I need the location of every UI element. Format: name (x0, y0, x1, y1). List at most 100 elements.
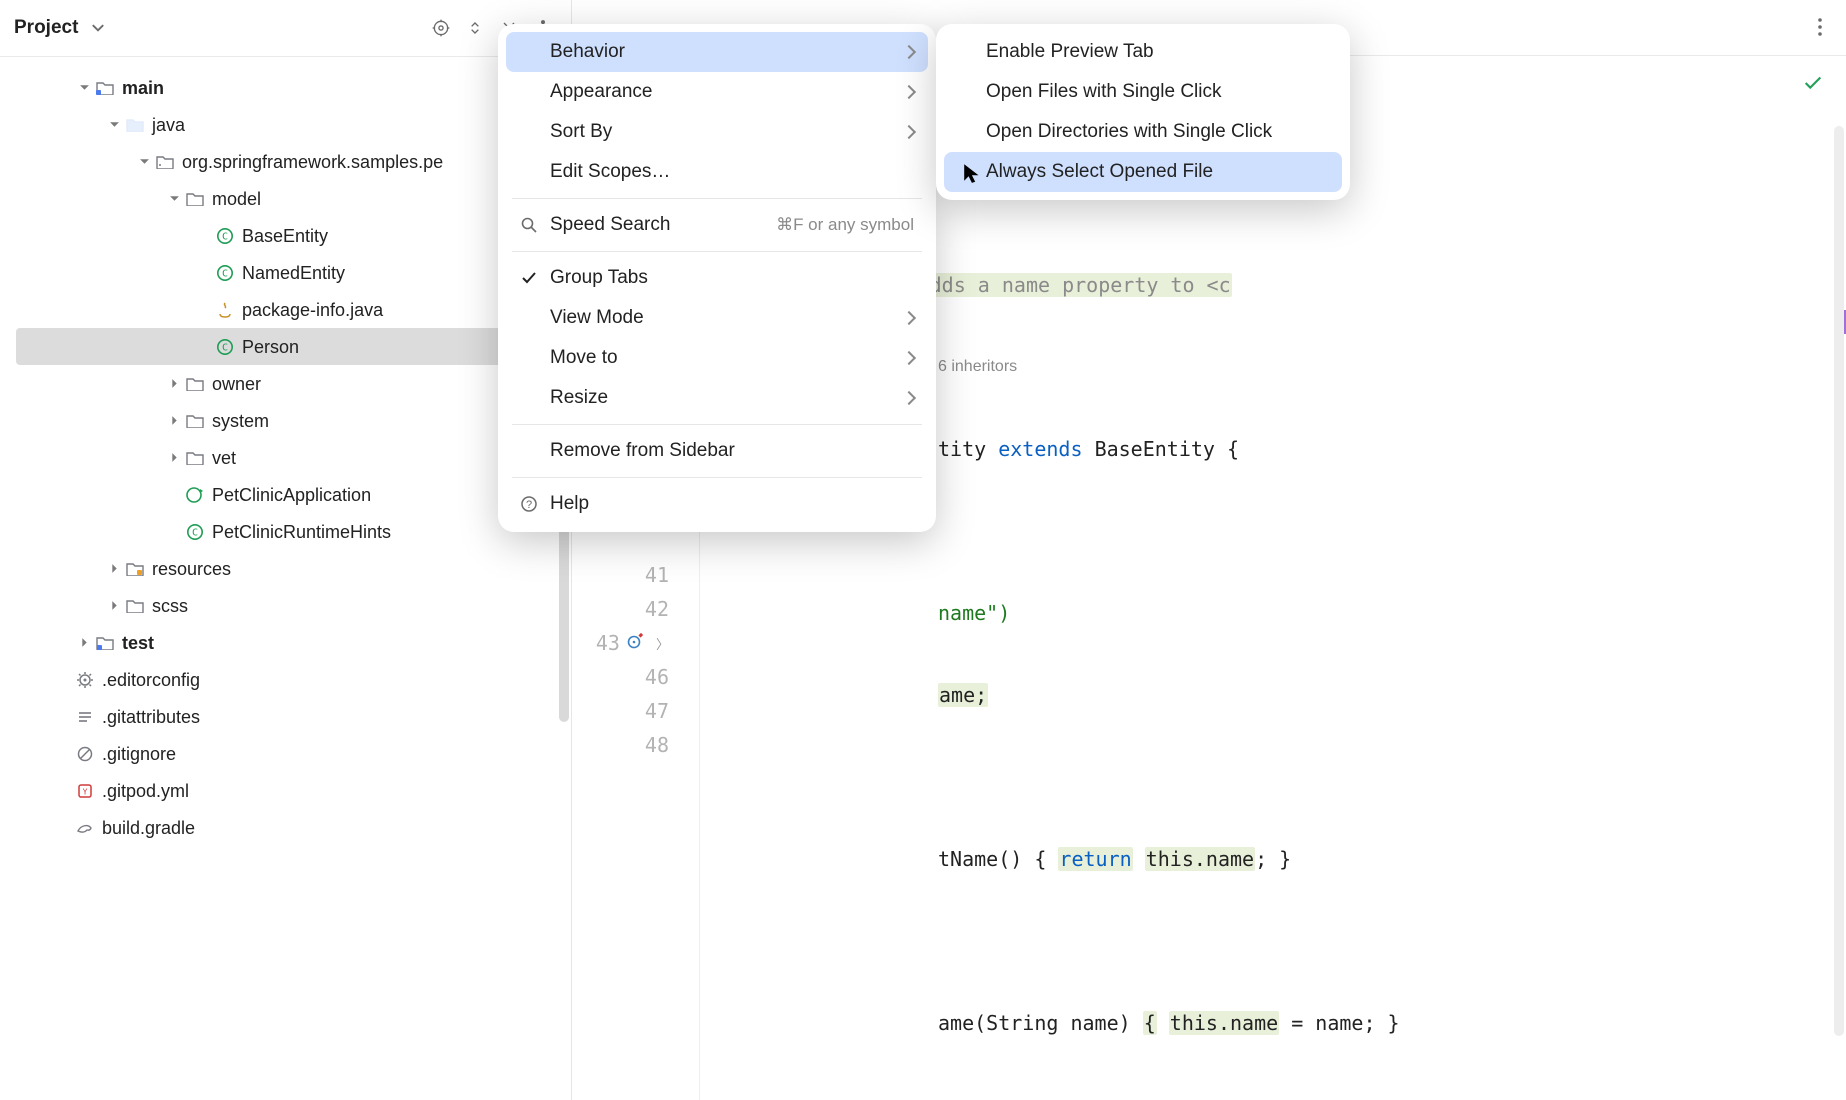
tree-node-scss[interactable]: scss (0, 587, 571, 624)
package-icon (184, 450, 206, 465)
class-icon: C (214, 264, 236, 282)
menu-item-edit-scopes[interactable]: Edit Scopes… (506, 152, 928, 192)
submenu-item-open-directories-single-click[interactable]: Open Directories with Single Click (944, 112, 1342, 152)
code-text: this.name; } (1145, 847, 1292, 871)
code-text: tName() { (938, 847, 1046, 871)
menu-item-label: Edit Scopes… (550, 161, 670, 183)
chevron-down-icon[interactable] (104, 119, 124, 130)
tree-label: PetClinicApplication (212, 486, 371, 504)
module-folder-icon (94, 635, 116, 650)
tree-node-baseentity[interactable]: C BaseEntity (0, 217, 571, 254)
tree-node-namedentity[interactable]: C NamedEntity (0, 254, 571, 291)
svg-text:Y: Y (83, 787, 88, 796)
chevron-down-icon[interactable] (84, 14, 112, 42)
project-tool-window: Project main (0, 0, 572, 1100)
tree-node-package-info[interactable]: package-info.java (0, 291, 571, 328)
tree-label: system (212, 412, 269, 430)
tree-node-editorconfig[interactable]: .editorconfig (0, 661, 571, 698)
submenu-item-always-select-opened-file[interactable]: Always Select Opened File (944, 152, 1342, 192)
tree-label: package-info.java (242, 301, 383, 319)
code-text: ame(String name) (938, 1011, 1131, 1035)
tree-label: .gitignore (102, 745, 176, 763)
menu-separator (512, 251, 922, 252)
search-icon (518, 216, 540, 234)
chevron-right-icon[interactable] (104, 600, 124, 611)
menu-item-label: Open Files with Single Click (986, 81, 1221, 103)
menu-item-appearance[interactable]: Appearance (506, 72, 928, 112)
submenu-item-enable-preview-tab[interactable]: Enable Preview Tab (944, 32, 1342, 72)
expand-collapse-icon[interactable] (461, 14, 489, 42)
tree-node-main[interactable]: main (0, 69, 571, 106)
inheritors-hint[interactable]: 6 inheritors (938, 358, 1017, 376)
chevron-down-icon[interactable] (134, 156, 154, 167)
chevron-right-icon[interactable] (164, 452, 184, 463)
tree-node-hints[interactable]: C PetClinicRuntimeHints (0, 513, 571, 550)
chevron-right-icon[interactable] (164, 415, 184, 426)
submenu-item-open-files-single-click[interactable]: Open Files with Single Click (944, 72, 1342, 112)
override-gutter-icon[interactable] (626, 631, 644, 655)
chevron-down-icon[interactable] (164, 193, 184, 204)
chevron-right-icon[interactable] (164, 378, 184, 389)
tree-label: scss (152, 597, 188, 615)
tree-label: PetClinicRuntimeHints (212, 523, 391, 541)
svg-text:C: C (222, 342, 228, 353)
menu-item-shortcut: ⌘F or any symbol (776, 215, 914, 235)
tree-node-package[interactable]: org.springframework.samples.pe (0, 143, 571, 180)
select-opened-file-icon[interactable] (427, 14, 455, 42)
editor-options-icon[interactable] (1810, 16, 1830, 43)
tree-label: .gitattributes (102, 708, 200, 726)
tree-node-gradle[interactable]: build.gradle (0, 809, 571, 846)
menu-item-help[interactable]: ? Help (506, 484, 928, 524)
resources-folder-icon (124, 561, 146, 576)
line-number: 48 (645, 733, 669, 757)
menu-item-move-to[interactable]: Move to (506, 338, 928, 378)
menu-item-sort-by[interactable]: Sort By (506, 112, 928, 152)
tree-node-owner[interactable]: owner (0, 365, 571, 402)
svg-text:C: C (222, 231, 228, 242)
menu-item-remove-from-sidebar[interactable]: Remove from Sidebar (506, 431, 928, 471)
tree-node-system[interactable]: system (0, 402, 571, 439)
chevron-right-icon[interactable] (74, 637, 94, 648)
line-number: 47 (645, 699, 669, 723)
menu-item-speed-search[interactable]: Speed Search ⌘F or any symbol (506, 205, 928, 245)
line-number: 43 (596, 631, 620, 655)
menu-separator (512, 198, 922, 199)
gradle-file-icon (74, 819, 96, 837)
menu-item-group-tabs[interactable]: Group Tabs (506, 258, 928, 298)
menu-separator (512, 424, 922, 425)
chevron-down-icon[interactable] (74, 82, 94, 93)
tree-node-gitpod[interactable]: Y .gitpod.yml (0, 772, 571, 809)
tree-label: java (152, 116, 185, 134)
code-text: ame; (938, 683, 988, 707)
tree-node-gitignore[interactable]: .gitignore (0, 735, 571, 772)
tree-node-resources[interactable]: resources (0, 550, 571, 587)
tree-label: Person (242, 338, 299, 356)
tree-label: vet (212, 449, 236, 467)
tree-node-vet[interactable]: vet (0, 439, 571, 476)
project-tree[interactable]: main java org.springframework.samples.pe (0, 57, 571, 846)
tree-label: build.gradle (102, 819, 195, 837)
tree-node-java[interactable]: java (0, 106, 571, 143)
breadcrumb-chevron-icon[interactable]: 〉 (656, 634, 669, 653)
tree-node-test[interactable]: test (0, 624, 571, 661)
class-icon: C (184, 523, 206, 541)
tree-node-model[interactable]: model (0, 180, 571, 217)
menu-item-behavior[interactable]: Behavior (506, 32, 928, 72)
tree-node-person[interactable]: C Person (16, 328, 563, 365)
chevron-right-icon[interactable] (104, 563, 124, 574)
behavior-submenu: Enable Preview Tab Open Files with Singl… (936, 24, 1350, 200)
menu-item-label: View Mode (550, 307, 644, 329)
java-file-icon (214, 301, 236, 319)
svg-text:C: C (192, 527, 198, 538)
menu-item-resize[interactable]: Resize (506, 378, 928, 418)
code-text: this.name = name; } (1169, 1011, 1400, 1035)
project-title[interactable]: Project (14, 17, 78, 39)
menu-item-view-mode[interactable]: View Mode (506, 298, 928, 338)
text-file-icon (74, 708, 96, 726)
help-icon: ? (518, 495, 540, 513)
tree-node-gitattributes[interactable]: .gitattributes (0, 698, 571, 735)
tree-node-app[interactable]: PetClinicApplication (0, 476, 571, 513)
tree-label: main (122, 79, 164, 97)
module-folder-icon (94, 80, 116, 95)
tree-label: .editorconfig (102, 671, 200, 689)
